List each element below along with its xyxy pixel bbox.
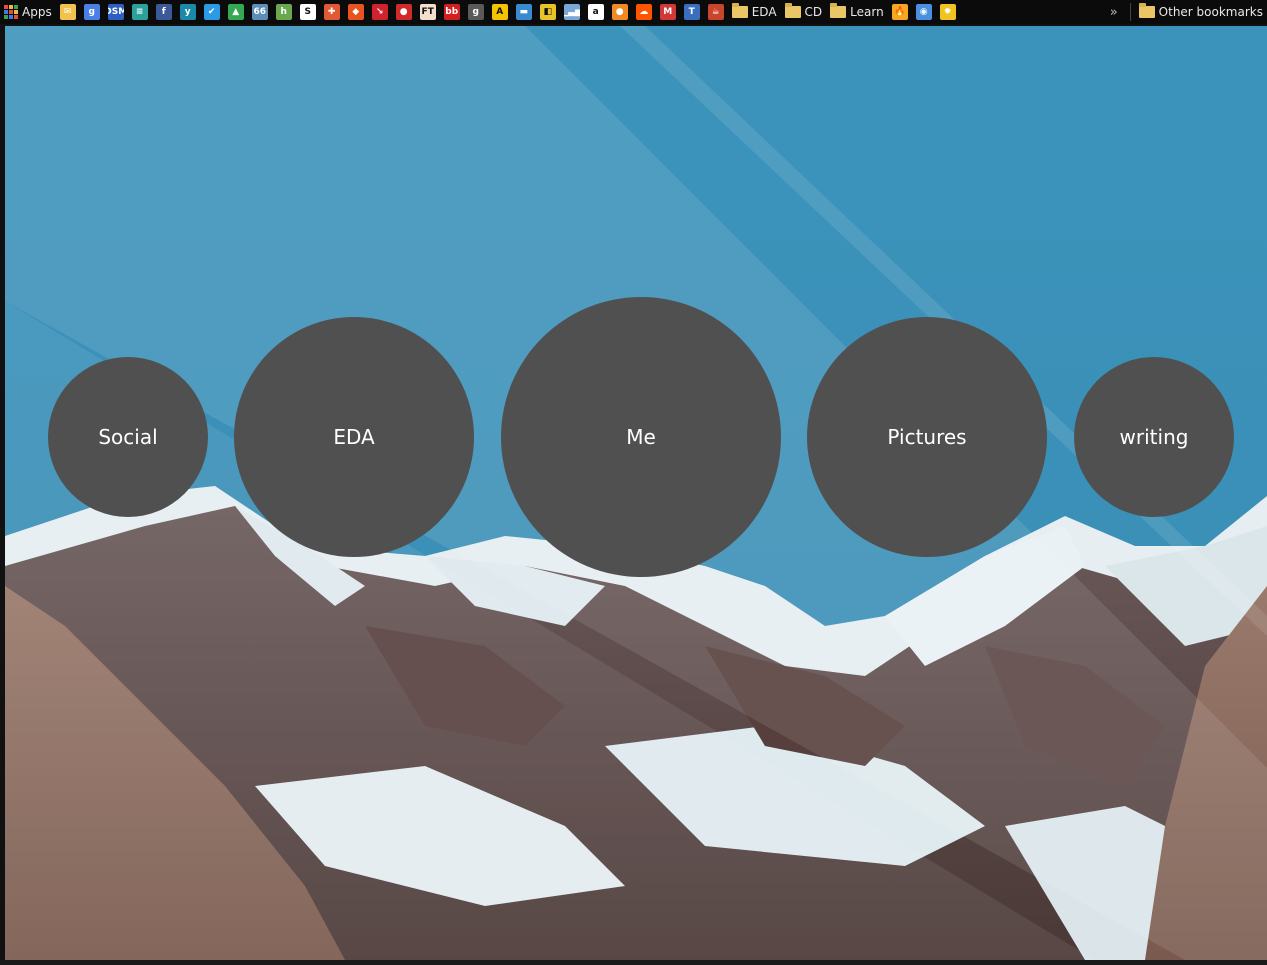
arrow-bookmark[interactable]: ↘: [368, 0, 392, 24]
coffee-icon: ☕: [707, 4, 724, 20]
signal-bookmark[interactable]: ▁▃▅: [560, 0, 584, 24]
a-icon: A: [491, 4, 508, 20]
google-drive-icon: ▲: [227, 4, 244, 20]
nav-me-label: Me: [626, 425, 656, 449]
yc-bookmark[interactable]: y: [176, 0, 200, 24]
bookmark-tail-icons: 🔥 ◉ ✹: [888, 0, 960, 24]
google-icon: g: [83, 4, 100, 20]
bookmark-icons: ✉ g DSM ≡ f y ✔ ▲ 66 h S ✚ ◆ ↘ ● FT bb g A ▬ ◧ ▁▃▅ a ● ☁ M T ☕: [56, 0, 728, 24]
nav-circle-eda[interactable]: EDA: [234, 317, 474, 557]
yc-icon: y: [179, 4, 196, 20]
red-dot-bookmark[interactable]: ●: [392, 0, 416, 24]
bars-bookmark[interactable]: ▬: [512, 0, 536, 24]
nav-pictures-label: Pictures: [887, 425, 967, 449]
soundcloud-icon: ☁: [635, 4, 652, 20]
bb-bookmark[interactable]: bb: [440, 0, 464, 24]
translate-icon: ≡: [131, 4, 148, 20]
nav-eda-label: EDA: [333, 425, 375, 449]
folder-cd-label: CD: [804, 5, 823, 19]
apps-grid-icon: [4, 5, 18, 19]
m-icon: M: [659, 4, 676, 20]
facebook-icon: f: [155, 4, 172, 20]
arrow-icon: ↘: [371, 4, 388, 20]
orange-circle-icon: ●: [611, 4, 628, 20]
checkmail-bookmark[interactable]: ✉: [56, 0, 80, 24]
apps-label: Apps: [22, 5, 52, 19]
other-bookmarks-folder[interactable]: Other bookmarks: [1135, 0, 1267, 24]
layers-bookmark[interactable]: ◆: [344, 0, 368, 24]
sun-icon: ✹: [939, 4, 956, 20]
t-icon: T: [683, 4, 700, 20]
bookmarks-bar: Apps ✉ g DSM ≡ f y ✔ ▲ 66 h S ✚ ◆ ↘ ● FT bb g A ▬ ◧ ▁▃▅ a ● ☁ M T ☕…: [0, 0, 1267, 24]
folder-icon: [1138, 3, 1155, 18]
sun-bookmark[interactable]: ✹: [936, 0, 960, 24]
flame-bookmark[interactable]: 🔥: [888, 0, 912, 24]
sixty-six-bookmark[interactable]: 66: [248, 0, 272, 24]
flag-icon: ◧: [539, 4, 556, 20]
goodreads-bookmark[interactable]: g: [464, 0, 488, 24]
check-circle-icon: ✔: [203, 4, 220, 20]
folder-cd[interactable]: CD: [781, 0, 827, 24]
bars-icon: ▬: [515, 4, 532, 20]
page-viewport: Social EDA Me Pictures writing: [5, 26, 1267, 960]
folder-icon: [784, 3, 801, 18]
flag-bookmark[interactable]: ◧: [536, 0, 560, 24]
google-bookmark[interactable]: g: [80, 0, 104, 24]
nav-writing-label: writing: [1119, 425, 1189, 449]
nav-circle-social[interactable]: Social: [48, 357, 208, 517]
folder-icon: [731, 3, 748, 18]
coffee-bookmark[interactable]: ☕: [704, 0, 728, 24]
folder-learn[interactable]: Learn: [826, 0, 888, 24]
layers-icon: ◆: [347, 4, 364, 20]
checkmail-icon: ✉: [59, 4, 76, 20]
soundcloud-bookmark[interactable]: ☁: [632, 0, 656, 24]
flame-icon: 🔥: [891, 4, 908, 20]
translate-bookmark[interactable]: ≡: [128, 0, 152, 24]
h-icon: h: [275, 4, 292, 20]
window-bottom-border: [0, 960, 1267, 965]
apps-button[interactable]: Apps: [0, 0, 56, 24]
amazon-icon: a: [587, 4, 604, 20]
bookmarks-overflow-button[interactable]: »: [1102, 5, 1126, 20]
a-bookmark[interactable]: A: [488, 0, 512, 24]
check-circle-bookmark[interactable]: ✔: [200, 0, 224, 24]
sixty-six-icon: 66: [251, 4, 268, 20]
orange-circle-bookmark[interactable]: ●: [608, 0, 632, 24]
facebook-bookmark[interactable]: f: [152, 0, 176, 24]
m-bookmark[interactable]: M: [656, 0, 680, 24]
h-bookmark[interactable]: h: [272, 0, 296, 24]
nav-circle-pictures[interactable]: Pictures: [807, 317, 1047, 557]
nav-circle-writing[interactable]: writing: [1074, 357, 1234, 517]
folder-eda[interactable]: EDA: [728, 0, 781, 24]
folder-learn-label: Learn: [850, 5, 884, 19]
folder-icon: [830, 3, 847, 18]
dsm-bookmark[interactable]: DSM: [104, 0, 128, 24]
s-icon: S: [299, 4, 316, 20]
folder-eda-label: EDA: [751, 5, 777, 19]
amazon-bookmark[interactable]: a: [584, 0, 608, 24]
s-bookmark[interactable]: S: [296, 0, 320, 24]
other-bookmarks-label: Other bookmarks: [1158, 5, 1263, 19]
globe-bookmark[interactable]: ◉: [912, 0, 936, 24]
red-dot-icon: ●: [395, 4, 412, 20]
google-drive-bookmark[interactable]: ▲: [224, 0, 248, 24]
dsm-icon: DSM: [107, 4, 124, 20]
bookmark-folders: EDA CD Learn: [728, 0, 888, 24]
nav-circle-me[interactable]: Me: [501, 297, 781, 577]
globe-icon: ◉: [915, 4, 932, 20]
t-bookmark[interactable]: T: [680, 0, 704, 24]
goodreads-icon: g: [467, 4, 484, 20]
nav-social-label: Social: [98, 425, 158, 449]
signal-icon: ▁▃▅: [563, 4, 580, 20]
ft-icon: FT: [419, 4, 436, 20]
figure-bookmark[interactable]: ✚: [320, 0, 344, 24]
bb-icon: bb: [443, 4, 460, 20]
figure-icon: ✚: [323, 4, 340, 20]
bookmarks-separator: [1129, 3, 1131, 21]
ft-bookmark[interactable]: FT: [416, 0, 440, 24]
